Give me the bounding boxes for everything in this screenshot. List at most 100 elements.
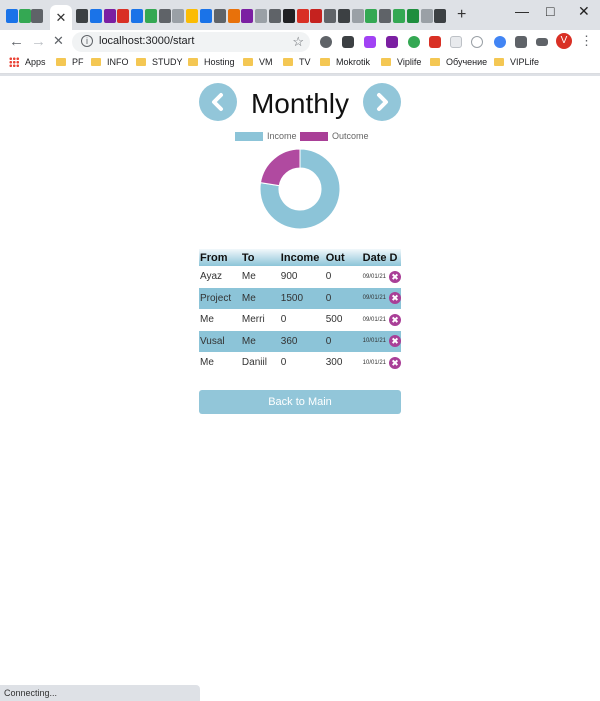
tab-favicon[interactable] [393, 9, 405, 23]
tab-favicon[interactable] [159, 9, 171, 23]
tab-favicon[interactable] [434, 9, 446, 23]
legend-swatch [300, 131, 328, 141]
forward-icon[interactable]: → [31, 33, 46, 50]
tab-favicon[interactable] [310, 9, 322, 23]
tab-favicon[interactable] [131, 9, 143, 23]
delete-icon[interactable]: ✖ [389, 313, 401, 326]
back-icon[interactable]: ← [9, 33, 24, 50]
tab-favicon[interactable] [117, 9, 129, 23]
folder-icon [188, 58, 198, 66]
bookmark-folder[interactable]: INFO [91, 57, 129, 67]
bookmark-folder[interactable]: PF [56, 57, 84, 67]
profile-avatar[interactable]: V [556, 33, 572, 49]
menu-kebab-icon[interactable]: ⋮ [580, 33, 593, 49]
tab-favicon[interactable] [241, 9, 253, 23]
bookmark-folder[interactable]: Mokrotik [320, 57, 370, 67]
bookmark-folder[interactable]: Viplife [381, 57, 421, 67]
tab-favicon[interactable] [365, 9, 377, 23]
extensions-puzzle-icon[interactable] [515, 36, 527, 48]
bookmark-label: TV [299, 57, 311, 67]
tab-favicon[interactable] [186, 9, 198, 23]
cell-from: Ayaz [200, 271, 223, 283]
tab-favicon[interactable] [338, 9, 350, 23]
bookmark-folder[interactable]: STUDY [136, 57, 183, 67]
maximize-icon[interactable]: □ [546, 3, 554, 19]
tab-favicon[interactable] [200, 9, 212, 23]
minimize-icon[interactable]: — [515, 3, 529, 19]
tab-favicon[interactable] [145, 9, 157, 23]
folder-icon [320, 58, 330, 66]
folder-icon [91, 58, 101, 66]
extension-icon[interactable] [386, 36, 398, 48]
extension-icon[interactable] [342, 36, 354, 48]
tab-favicon[interactable] [352, 9, 364, 23]
stop-loading-icon[interactable]: ✕ [53, 33, 64, 49]
tab-favicon[interactable] [297, 9, 309, 23]
delete-icon[interactable]: ✖ [389, 335, 401, 348]
cell-out: 500 [325, 314, 343, 326]
url-text[interactable]: localhost:3000/start [99, 35, 194, 47]
tab-favicon[interactable] [104, 9, 116, 23]
tab-close-icon[interactable]: ✕ [56, 10, 67, 26]
cell-to: Merri [241, 314, 265, 326]
tab-favicon[interactable] [421, 9, 433, 23]
extension-icon[interactable] [450, 36, 462, 48]
close-window-icon[interactable]: ✕ [578, 3, 590, 20]
page-title: Monthly [250, 88, 350, 119]
chevron-right-icon [377, 93, 388, 111]
bookmark-folder[interactable]: Hosting [188, 57, 235, 67]
delete-icon[interactable]: ✖ [389, 292, 401, 305]
tab-favicon[interactable] [90, 9, 102, 23]
cell-delete: ✖ [388, 266, 401, 288]
extension-icon[interactable] [494, 36, 506, 48]
cell-from: Project [199, 287, 241, 309]
next-month-button[interactable] [363, 83, 401, 121]
reading-list-icon[interactable] [536, 38, 548, 46]
cell-out: 0 [324, 330, 362, 352]
cell-from: Me [200, 314, 214, 326]
delete-icon[interactable]: ✖ [389, 356, 401, 369]
tab-favicon[interactable] [324, 9, 336, 23]
active-tab[interactable]: ✕ [50, 5, 72, 30]
browser-chrome: ✕ + — □ ✕ ← → ✕ i localhost:3000/start ☆… [0, 0, 600, 76]
tab-favicon[interactable] [269, 9, 281, 23]
delete-icon[interactable]: ✖ [389, 270, 401, 283]
folder-icon [56, 58, 66, 66]
folder-icon [381, 58, 391, 66]
tab-favicon[interactable] [407, 9, 419, 23]
back-to-main-button[interactable]: Back to Main [199, 390, 401, 414]
bookmark-folder[interactable]: TV [283, 57, 311, 67]
legend-income[interactable]: Income [235, 131, 297, 141]
bookmark-folder[interactable]: Обучение [430, 57, 487, 67]
donut-slice-outcome[interactable] [259, 148, 301, 187]
new-tab-button[interactable]: + [457, 6, 466, 24]
col-income: Income [279, 249, 325, 266]
tab-favicon[interactable] [172, 9, 184, 23]
tab-favicon[interactable] [214, 9, 226, 23]
tab-favicon[interactable] [31, 9, 43, 23]
bookmark-folder[interactable]: VM [243, 57, 273, 67]
tab-favicon[interactable] [19, 9, 31, 23]
folder-icon [430, 58, 440, 66]
extension-icon[interactable] [364, 36, 376, 48]
address-bar[interactable]: i localhost:3000/start ☆ [72, 32, 310, 52]
legend-label: Income [267, 131, 297, 141]
site-info-icon[interactable]: i [81, 35, 93, 47]
bookmark-apps[interactable]: Apps [9, 57, 46, 67]
extension-icon[interactable] [471, 36, 483, 48]
bookmark-star-icon[interactable]: ☆ [292, 34, 304, 50]
prev-month-button[interactable] [199, 83, 237, 121]
tab-favicon[interactable] [76, 9, 88, 23]
bookmark-label: INFO [107, 57, 129, 67]
tab-favicon[interactable] [379, 9, 391, 23]
tab-favicon[interactable] [283, 9, 295, 23]
bookmark-folder[interactable]: VIPLife [494, 57, 539, 67]
legend-outcome[interactable]: Outcome [300, 131, 369, 141]
extension-icon[interactable] [429, 36, 441, 48]
tab-favicon[interactable] [255, 9, 267, 23]
tab-favicon[interactable] [228, 9, 240, 23]
tab-favicon[interactable] [6, 9, 18, 23]
table-header-row: From To Income Out Date D [199, 249, 401, 266]
extension-icon[interactable] [408, 36, 420, 48]
extension-icon[interactable] [320, 36, 332, 48]
